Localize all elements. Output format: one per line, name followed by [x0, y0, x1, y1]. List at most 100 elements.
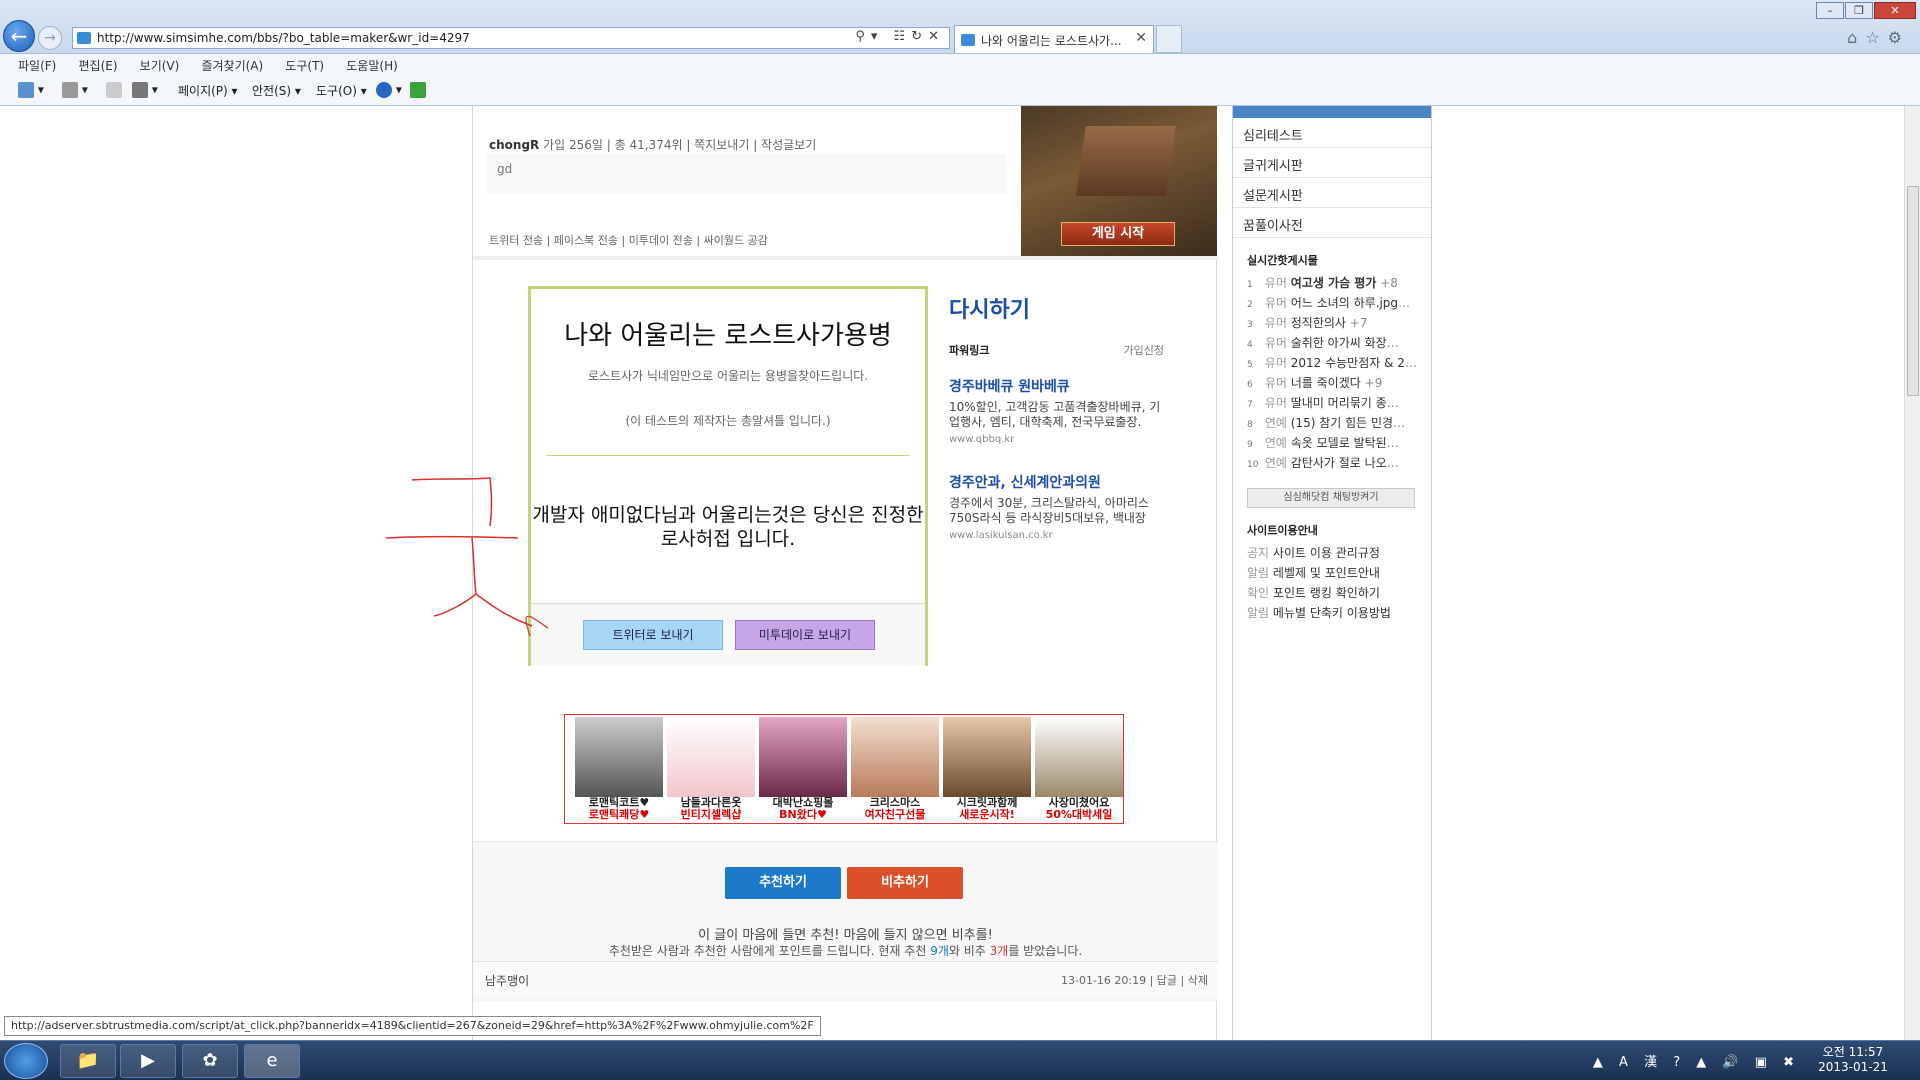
feeds-icon[interactable]: ▾: [62, 82, 88, 98]
maximize-button[interactable]: ❐: [1845, 2, 1873, 19]
chat-room-button[interactable]: 심심해닷컴 채팅방켜기: [1247, 488, 1415, 508]
banner-item[interactable]: 남들과다른옷 빈티지셀렉샵: [667, 717, 755, 821]
comment-author[interactable]: 남주맹이: [485, 972, 529, 989]
share-links[interactable]: 트위터 전송 | 페이스북 전송 | 미투데이 전송 | 싸이월드 공감: [489, 232, 768, 248]
tab-favicon-icon: [961, 34, 975, 46]
browser-tab[interactable]: 나와 어울리는 로스트사가... ✕: [954, 25, 1154, 53]
notice-item[interactable]: 알림 레벨제 및 포인트안내: [1233, 564, 1431, 584]
menu-help[interactable]: 도움말(H): [346, 57, 398, 74]
window-close-button[interactable]: ✕: [1874, 2, 1916, 19]
hot-post[interactable]: 6 유머 너를 죽이겠다 +9: [1233, 374, 1431, 394]
sidebar-active-item[interactable]: [1233, 106, 1431, 118]
new-tab-button[interactable]: [1156, 25, 1182, 53]
post-body: gd: [487, 154, 1007, 194]
hot-post[interactable]: 9 연예 속옷 모델로 발탁된…: [1233, 434, 1431, 454]
system-tray-icons[interactable]: ▲ A 漢 ? ▲ 🔊 ▣ ✖: [1593, 1051, 1800, 1070]
tab-close-icon[interactable]: ✕: [1135, 30, 1147, 46]
address-actions-icon[interactable]: ⚲▾ ☷↻✕: [855, 29, 945, 44]
retry-link[interactable]: 다시하기: [949, 292, 1164, 324]
twitter-share-button[interactable]: 트위터로 보내기: [583, 620, 723, 650]
game-start-button[interactable]: 게임 시작: [1061, 222, 1175, 246]
notice-item[interactable]: 알림 메뉴별 단축키 이용방법: [1233, 604, 1431, 624]
internet-explorer-icon[interactable]: e: [244, 1044, 300, 1078]
scrollbar-thumb[interactable]: [1907, 186, 1919, 396]
ad-title[interactable]: 경주바베큐 원바베큐: [949, 376, 1164, 396]
recommend-button[interactable]: 추천하기: [725, 867, 841, 899]
hot-post[interactable]: 10 연예 감탄사가 절로 나오…: [1233, 454, 1431, 474]
menu-bar: 파일(F) 편집(E) 보기(V) 즐겨찾기(A) 도구(T) 도움말(H): [0, 54, 1920, 76]
hot-post[interactable]: 1 유머 여고생 가슴 평가 +8: [1233, 274, 1431, 294]
addon-icon[interactable]: [410, 82, 426, 98]
menu-edit[interactable]: 편집(E): [79, 57, 118, 74]
mail-icon[interactable]: [106, 82, 122, 98]
hot-post[interactable]: 5 유머 2012 수능만점자 & 2…: [1233, 354, 1431, 374]
help-icon[interactable]: ▾: [376, 82, 402, 98]
hot-post[interactable]: 2 유머 어느 소녀의 하루.jpg…: [1233, 294, 1431, 314]
banner-item[interactable]: 사장미쳤어요 50%대박세일: [1035, 717, 1123, 821]
menu-file[interactable]: 파일(F): [18, 57, 56, 74]
banner-item[interactable]: 시크릿과함께 새로운시작!: [943, 717, 1031, 821]
address-bar[interactable]: http://www.simsimhe.com/bbs/?bo_table=ma…: [72, 27, 950, 49]
home-icon[interactable]: ▾: [18, 82, 44, 98]
notice-item[interactable]: 공지 사이트 이용 관리규정: [1233, 544, 1431, 564]
window-controls: – ❐ ✕: [1815, 2, 1916, 20]
sidebar-item-quotes[interactable]: 글귀게시판: [1233, 148, 1431, 178]
taskbar-clock[interactable]: 오전 11:57 2013-01-21: [1808, 1045, 1898, 1075]
ad-url: www.qbbq.kr: [949, 434, 1015, 445]
author-info: chongR 가입 256일 | 총 41,374위 | 쪽지보내기 | 작성글…: [489, 136, 816, 153]
notice-item[interactable]: 확인 포인트 랭킹 확인하기: [1233, 584, 1431, 604]
site-favicon-icon: [77, 32, 91, 44]
comment-meta[interactable]: 13-01-16 20:19 | 답글 | 삭제: [1061, 972, 1208, 988]
powerlink-ads: 다시하기 파워링크 가입신청 경주바베큐 원바베큐 10%할인, 고객감동 고품…: [949, 292, 1164, 572]
address-url[interactable]: http://www.simsimhe.com/bbs/?bo_table=ma…: [97, 31, 470, 45]
author-name[interactable]: chongR: [489, 138, 539, 152]
banner-item[interactable]: 로맨틱코트♥ 로맨틱쾌당♥: [575, 717, 663, 821]
media-player-icon[interactable]: ▶: [120, 1044, 176, 1078]
not-recommend-button[interactable]: 비추하기: [847, 867, 963, 899]
page-menu[interactable]: 페이지(P) ▾: [178, 82, 238, 99]
shopping-banner[interactable]: 로맨틱코트♥ 로맨틱쾌당♥ 남들과다른옷 빈티지셀렉샵 대박난쇼핑몰 BN왔다♥ 크리…: [564, 714, 1124, 824]
game-ad[interactable]: 게임 시작: [1021, 106, 1217, 256]
back-button[interactable]: ←: [3, 20, 35, 52]
print-icon[interactable]: ▾: [132, 82, 158, 98]
menu-view[interactable]: 보기(V): [140, 57, 180, 74]
hot-post[interactable]: 8 연예 (15) 참기 힘든 민경…: [1233, 414, 1431, 434]
sidebar-item-psych-test[interactable]: 심리테스트: [1233, 118, 1431, 148]
menu-favorites[interactable]: 즐겨찾기(A): [201, 57, 263, 74]
hot-post[interactable]: 7 유머 딸내미 머리묶기 종…: [1233, 394, 1431, 414]
post-content: chongR 가입 256일 | 총 41,374위 | 쪽지보내기 | 작성글…: [472, 106, 1218, 1040]
right-sidebar: 심리테스트 글귀게시판 설문게시판 꿈풀이사전 실시간핫게시물 1 유머 여고생…: [1232, 106, 1432, 1040]
test-result: 개발자 애미없다님과 어울리는것은 당신은 진정한 로사허접 입니다.: [532, 504, 924, 550]
safety-menu[interactable]: 안전(S) ▾: [252, 82, 301, 99]
ad-item[interactable]: 경주바베큐 원바베큐 10%할인, 고객감동 고품격출장바베큐, 기업행사, 엠…: [949, 376, 1164, 445]
page-viewport: chongR 가입 256일 | 총 41,374위 | 쪽지보내기 | 작성글…: [0, 106, 1904, 1040]
banner-item[interactable]: 크리스마스 여자친구선물: [851, 717, 939, 821]
red-annotation-drawing: [385, 477, 549, 636]
share-footer: 트위터로 보내기 미투데이로 보내기: [531, 603, 925, 666]
hot-posts-title: 실시간핫게시물: [1247, 254, 1318, 267]
test-description: 로스트사가 닉네임만으로 어울리는 용병을찾아드립니다.: [587, 369, 869, 383]
vertical-scrollbar[interactable]: [1904, 106, 1920, 1040]
banner-item[interactable]: 대박난쇼핑몰 BN왔다♥: [759, 717, 847, 821]
hot-post[interactable]: 3 유머 정직한의사 +7: [1233, 314, 1431, 334]
author-meta[interactable]: 가입 256일 | 총 41,374위 | 쪽지보내기 | 작성글보기: [543, 138, 816, 152]
sidebar-item-survey[interactable]: 설문게시판: [1233, 178, 1431, 208]
ad-item[interactable]: 경주안과, 신세계안과의원 경주에서 30분, 크리스탈라식, 아마리스750S…: [949, 472, 1164, 541]
windows-taskbar: 📁 ▶ ✿ e ▲ A 漢 ? ▲ 🔊 ▣ ✖ 오전 11:57 2013-01…: [0, 1040, 1920, 1080]
test-result-card: 나와 어울리는 로스트사가용병 로스트사가 닉네임만으로 어울리는 용병을찾아드…: [528, 286, 928, 666]
minimize-button[interactable]: –: [1816, 2, 1844, 19]
hot-post[interactable]: 4 유머 술취한 아가씨 화장…: [1233, 334, 1431, 354]
menu-tools[interactable]: 도구(T): [285, 57, 324, 74]
home-favorites-settings-icons[interactable]: ⌂☆⚙: [1847, 28, 1910, 47]
forward-button[interactable]: →: [38, 26, 62, 50]
castle-image: [1076, 126, 1176, 196]
sidebar-item-dream[interactable]: 꿈풀이사전: [1233, 208, 1431, 238]
ad-title[interactable]: 경주안과, 신세계안과의원: [949, 472, 1164, 492]
tools-menu[interactable]: 도구(O) ▾: [316, 82, 367, 99]
me2day-share-button[interactable]: 미투데이로 보내기: [735, 620, 875, 650]
ad-join-link[interactable]: 가입신청: [1124, 342, 1164, 358]
explorer-icon[interactable]: 📁: [60, 1044, 116, 1078]
app-icon[interactable]: ✿: [182, 1044, 238, 1078]
comment-row: 남주맹이 13-01-16 20:19 | 답글 | 삭제: [473, 961, 1218, 995]
start-button[interactable]: [4, 1043, 48, 1079]
